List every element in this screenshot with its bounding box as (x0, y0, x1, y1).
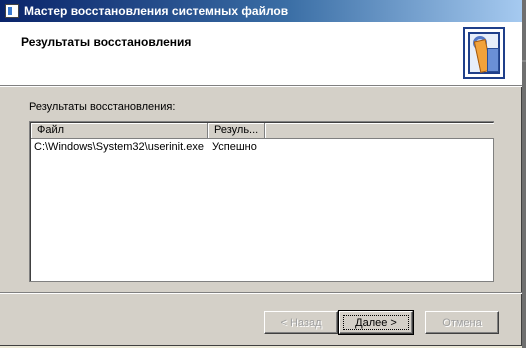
list-item[interactable]: C:\Windows\System32\userinit.exe Успешно (31, 141, 269, 154)
column-header-result[interactable]: Резуль... (208, 123, 265, 139)
footer-separator-highlight (0, 293, 522, 294)
back-button[interactable]: < Назад (264, 311, 338, 334)
desktop-background (522, 0, 526, 348)
focus-rect (343, 315, 409, 330)
title-bar[interactable]: Мастер восстановления системных файлов (0, 0, 522, 22)
wizard-header: Результаты восстановления (0, 22, 522, 86)
window-title: Мастер восстановления системных файлов (24, 4, 289, 18)
wizard-window: Мастер восстановления системных файлов Р… (0, 0, 522, 346)
results-list[interactable]: Файл Резуль... C:\Windows\System32\useri… (29, 121, 494, 282)
next-button[interactable]: Далее > (338, 310, 414, 335)
column-header-empty (265, 123, 494, 139)
list-header: Файл Резуль... (31, 123, 494, 139)
wizard-app-icon (5, 4, 19, 18)
column-header-file[interactable]: Файл (31, 123, 208, 139)
page-title: Результаты восстановления (21, 35, 192, 49)
cancel-button[interactable]: Отмена (425, 311, 499, 334)
list-item-result: Успешно (212, 141, 257, 153)
results-label: Результаты восстановления: (29, 101, 176, 113)
repair-tools-icon (463, 27, 505, 79)
header-separator (0, 86, 522, 87)
list-item-file: C:\Windows\System32\userinit.exe (34, 141, 204, 153)
